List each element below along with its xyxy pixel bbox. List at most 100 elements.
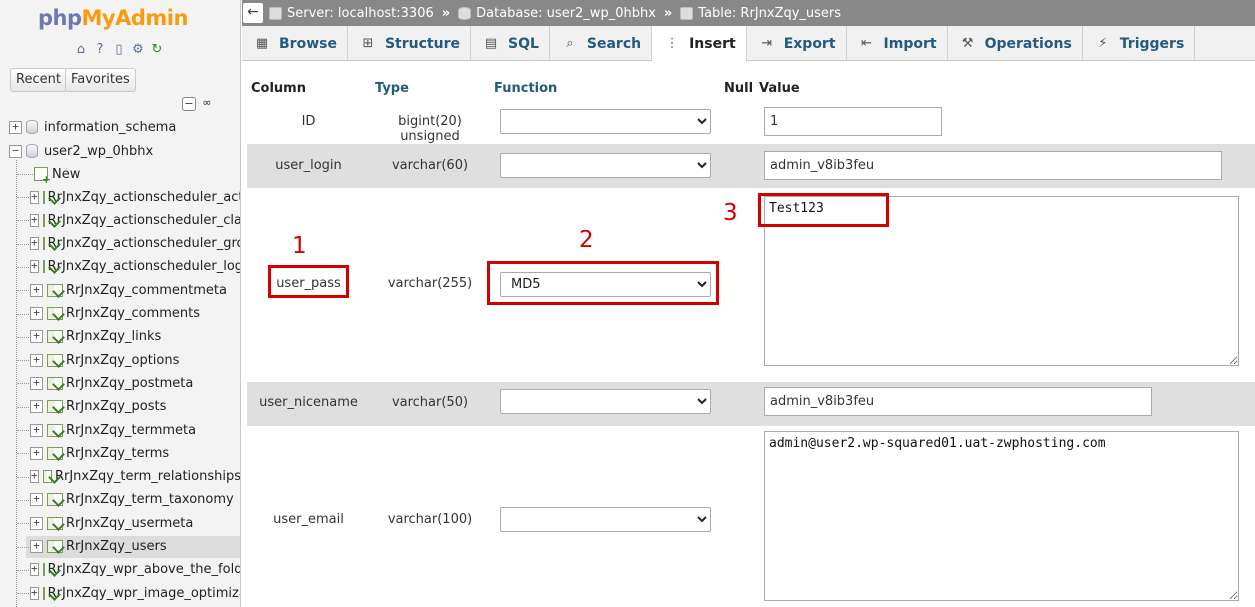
expand-icon[interactable]: + [30, 423, 43, 437]
expand-icon[interactable]: + [30, 446, 43, 460]
breadcrumb-server[interactable]: Server: localhost:3306 [269, 6, 434, 21]
expand-icon[interactable]: + [30, 190, 39, 204]
table-icon [47, 493, 63, 507]
table-name: RrJnxZqy_term_relationships [54, 469, 241, 485]
expand-icon[interactable]: + [30, 330, 43, 344]
table-icon [47, 446, 63, 460]
value-input[interactable] [764, 151, 1222, 180]
tab-label: Browse [279, 35, 337, 52]
table-icon [47, 283, 63, 297]
expand-icon[interactable]: + [30, 493, 43, 507]
help-icon[interactable]: ? [92, 42, 108, 58]
recent-button[interactable]: Recent [10, 68, 67, 92]
table-row: user_email varchar(100) admin@user2.wp-s… [247, 426, 1255, 607]
header-function[interactable]: Function [494, 81, 557, 96]
tab-export[interactable]: ⇥ Export [747, 26, 847, 61]
expand-icon[interactable]: + [30, 283, 43, 297]
table-item[interactable]: + RrJnxZqy_usermeta [26, 512, 240, 534]
link-with-main-icon[interactable]: ∞ [200, 97, 214, 111]
value-input[interactable] [764, 387, 1152, 416]
table-item[interactable]: + RrJnxZqy_wpr_image_optimization [26, 582, 240, 604]
table-name: RrJnxZqy_links [66, 329, 162, 345]
table-tabs: ▦ Browse ⊞ Structure ▤ SQL ⌕ Search ⋮ Insert ⇥ Expo… [242, 26, 1255, 62]
breadcrumb-database[interactable]: Database: user2_wp_0hbhx [458, 6, 656, 21]
tab-browse[interactable]: ▦ Browse [242, 26, 348, 61]
table-row: user_pass varchar(255) MD5 Test123 [247, 188, 1255, 382]
expand-icon[interactable]: + [30, 213, 39, 227]
expand-icon[interactable]: + [30, 470, 39, 484]
docs-icon[interactable]: ▯ [111, 42, 127, 58]
table-item[interactable]: + RrJnxZqy_actionscheduler_groups [26, 233, 240, 255]
table-item[interactable]: + RrJnxZqy_term_relationships [26, 466, 241, 488]
collapse-all-icon[interactable]: − [182, 97, 196, 111]
breadcrumb-server-label: Server: localhost:3306 [287, 5, 434, 21]
tree-connector [17, 476, 29, 478]
table-item[interactable]: + RrJnxZqy_links [26, 326, 240, 348]
function-select[interactable] [500, 389, 711, 414]
home-icon[interactable]: ⌂ [73, 42, 89, 58]
table-item[interactable]: + RrJnxZqy_term_taxonomy [26, 489, 240, 511]
table-item[interactable]: + RrJnxZqy_comments [26, 303, 240, 325]
table-icon [42, 470, 52, 484]
table-item[interactable]: + RrJnxZqy_actionscheduler_actions [26, 186, 240, 208]
tab-triggers[interactable]: ⚡ Triggers [1083, 26, 1196, 61]
table-icon [47, 516, 63, 530]
expand-icon[interactable]: + [30, 540, 43, 553]
tab-operations[interactable]: ⚒ Operations [948, 26, 1083, 61]
tab-insert[interactable]: ⋮ Insert [652, 26, 747, 62]
expand-icon[interactable]: + [9, 120, 22, 134]
table-item[interactable]: + RrJnxZqy_actionscheduler_claims [26, 209, 240, 231]
reload-icon[interactable]: ↻ [149, 42, 165, 58]
expand-icon[interactable]: + [30, 376, 43, 390]
function-select[interactable] [500, 507, 711, 532]
table-item[interactable]: + RrJnxZqy_users [26, 535, 240, 558]
expand-icon[interactable]: + [30, 586, 39, 600]
expand-icon[interactable]: + [30, 400, 43, 414]
table-name: RrJnxZqy_terms [66, 445, 170, 461]
annotation-number-1: 1 [292, 233, 307, 259]
table-item[interactable]: + RrJnxZqy_terms [26, 442, 240, 464]
tab-sql[interactable]: ▤ SQL [471, 26, 550, 61]
table-item[interactable]: + RrJnxZqy_options [26, 349, 240, 371]
table-item[interactable]: + RrJnxZqy_posts [26, 396, 240, 418]
tab-structure[interactable]: ⊞ Structure [348, 26, 471, 61]
expand-icon[interactable]: + [30, 260, 39, 274]
table-item[interactable]: + RrJnxZqy_postmeta [26, 372, 240, 394]
tab-import[interactable]: ⇤ Import [847, 26, 948, 61]
back-arrow-icon[interactable]: ← [243, 3, 263, 23]
tree-connector [17, 197, 29, 198]
tab-search[interactable]: ⌕ Search [550, 26, 653, 61]
header-type[interactable]: Type [375, 81, 409, 96]
database-icon [26, 120, 38, 134]
tree-connector [17, 593, 29, 595]
collapse-icon[interactable]: − [9, 144, 22, 158]
table-icon [47, 540, 63, 553]
table-item[interactable]: + RrJnxZqy_wpr_above_the_fold [26, 559, 240, 581]
expand-icon[interactable]: + [30, 353, 43, 367]
table-item[interactable]: + RrJnxZqy_actionscheduler_logs [26, 256, 240, 278]
table-name: RrJnxZqy_wpr_image_optimization [47, 585, 240, 601]
favorites-button[interactable]: Favorites [65, 68, 136, 92]
table-item[interactable]: + RrJnxZqy_termmeta [26, 419, 240, 441]
expand-icon[interactable]: + [30, 563, 39, 577]
settings-icon[interactable]: ⚙ [130, 42, 146, 58]
expand-icon[interactable]: + [30, 307, 43, 320]
function-select[interactable] [500, 109, 711, 134]
value-input[interactable] [764, 107, 942, 136]
tree-connector [17, 499, 29, 501]
database-item[interactable]: − user2_wp_0hbhx [9, 140, 153, 162]
table-row: user_nicename varchar(50) [247, 382, 1255, 426]
expand-icon[interactable]: + [30, 237, 39, 251]
column-name: user_login [275, 158, 342, 173]
function-select[interactable] [500, 153, 711, 178]
phpmyadmin-logo[interactable]: phpMyAdmin [38, 6, 188, 30]
expand-icon[interactable]: + [30, 516, 43, 530]
value-textarea[interactable]: admin@user2.wp-squared01.uat-zwphosting.… [764, 431, 1239, 601]
table-name: RrJnxZqy_actionscheduler_claims [47, 212, 240, 228]
navigation-panel: phpMyAdmin ⌂ ? ▯ ⚙ ↻ Recent Favorites − … [0, 0, 241, 607]
breadcrumb-table[interactable]: Table: RrJnxZqy_users [680, 6, 841, 21]
annotation-box-2 [487, 261, 719, 305]
table-item[interactable]: + RrJnxZqy_commentmeta [26, 279, 240, 301]
database-item[interactable]: + information_schema [9, 116, 176, 138]
new-table-item[interactable]: New [34, 163, 80, 186]
